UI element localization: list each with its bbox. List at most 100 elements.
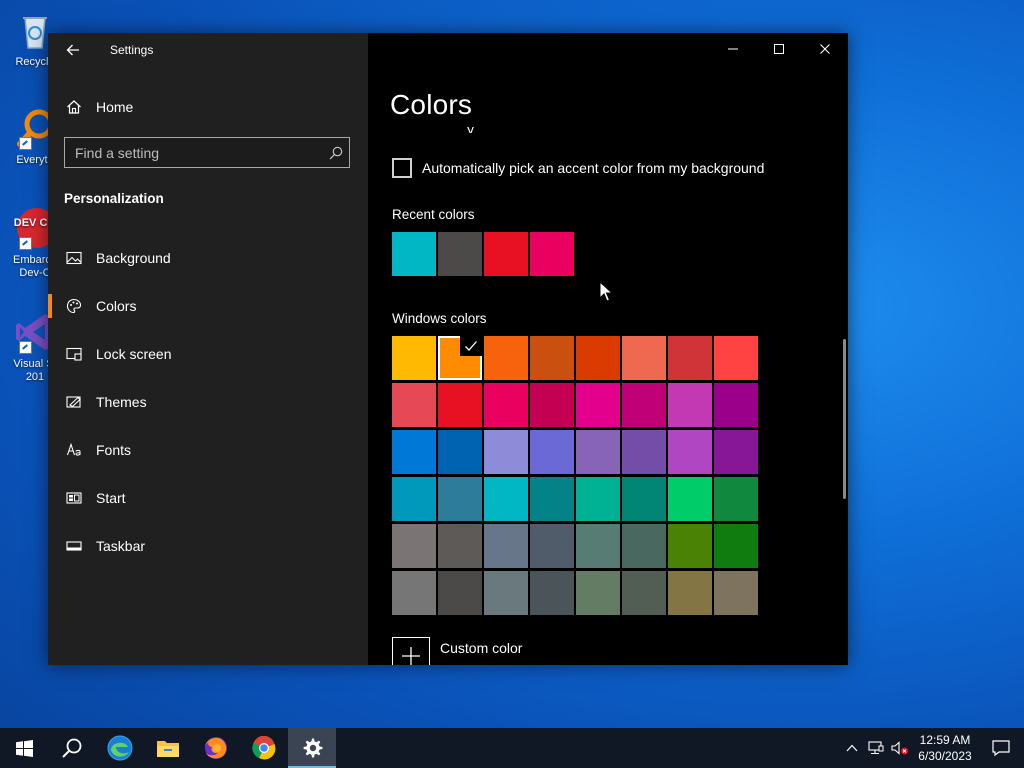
auto-accent-checkbox[interactable] — [392, 158, 412, 178]
windows-color-swatch[interactable] — [668, 524, 712, 568]
windows-color-swatch[interactable] — [576, 524, 620, 568]
sidebar-item-label: Home — [96, 99, 134, 115]
auto-accent-checkbox-row[interactable]: Automatically pick an accent color from … — [392, 158, 764, 178]
show-hidden-icons-button[interactable] — [840, 728, 864, 768]
windows-color-swatch[interactable] — [484, 571, 528, 615]
network-button[interactable] — [864, 728, 888, 768]
windows-color-swatch[interactable] — [668, 477, 712, 521]
windows-color-swatch[interactable] — [668, 336, 712, 380]
sidebar-item-themes[interactable]: Themes — [48, 382, 368, 422]
start-button[interactable] — [0, 728, 48, 768]
taskbar-file-explorer-button[interactable] — [144, 728, 192, 768]
windows-color-swatch[interactable] — [438, 477, 482, 521]
windows-color-swatch[interactable] — [392, 524, 436, 568]
windows-color-swatch[interactable] — [438, 571, 482, 615]
taskbar-search-button[interactable] — [48, 728, 96, 768]
windows-colors-grid — [392, 336, 758, 615]
back-button[interactable] — [62, 39, 84, 61]
sidebar-item-colors[interactable]: Colors — [48, 286, 368, 326]
windows-color-swatch[interactable] — [714, 383, 758, 427]
windows-start-icon — [15, 739, 33, 757]
recent-color-swatch[interactable] — [438, 232, 482, 276]
taskbar-chrome-button[interactable] — [240, 728, 288, 768]
search-input[interactable] — [65, 143, 323, 162]
windows-color-swatch[interactable] — [622, 383, 666, 427]
windows-color-swatch[interactable] — [530, 571, 574, 615]
clipped-heading-text: y — [467, 127, 474, 133]
custom-color-label: Custom color — [440, 640, 523, 656]
windows-color-swatch[interactable] — [622, 571, 666, 615]
taskbar-edge-button[interactable] — [96, 728, 144, 768]
windows-color-swatch[interactable] — [438, 430, 482, 474]
settings-sidebar: Settings Home Personalization Background — [48, 33, 368, 665]
search-box[interactable] — [64, 137, 350, 168]
windows-color-swatch[interactable] — [714, 430, 758, 474]
windows-color-swatch[interactable] — [484, 524, 528, 568]
recent-color-swatch[interactable] — [392, 232, 436, 276]
windows-color-swatch[interactable] — [714, 524, 758, 568]
windows-color-swatch[interactable] — [484, 477, 528, 521]
windows-color-swatch[interactable] — [576, 430, 620, 474]
maximize-button[interactable] — [756, 33, 802, 65]
windows-color-swatch[interactable] — [622, 477, 666, 521]
sidebar-item-label: Start — [96, 490, 126, 506]
clock-time: 12:59 AM — [919, 733, 971, 747]
windows-color-swatch[interactable] — [668, 430, 712, 474]
windows-color-swatch[interactable] — [668, 571, 712, 615]
minimize-button[interactable] — [710, 33, 756, 65]
start-icon — [64, 488, 84, 508]
picture-icon — [64, 248, 84, 268]
windows-color-swatch[interactable] — [714, 477, 758, 521]
windows-color-swatch[interactable] — [530, 383, 574, 427]
search-icon[interactable] — [323, 146, 349, 160]
windows-color-swatch[interactable] — [438, 383, 482, 427]
windows-color-swatch[interactable] — [530, 524, 574, 568]
volume-button[interactable] — [888, 728, 912, 768]
windows-color-swatch[interactable] — [438, 524, 482, 568]
taskbar-settings-button[interactable] — [288, 728, 336, 768]
windows-color-swatch[interactable] — [576, 383, 620, 427]
windows-color-swatch[interactable] — [622, 430, 666, 474]
fonts-icon — [64, 440, 84, 460]
windows-color-swatch[interactable] — [714, 336, 758, 380]
windows-color-swatch[interactable] — [392, 571, 436, 615]
sidebar-item-fonts[interactable]: Fonts — [48, 430, 368, 470]
windows-color-swatch[interactable] — [484, 336, 528, 380]
windows-color-swatch[interactable] — [668, 383, 712, 427]
sidebar-item-label: Background — [96, 250, 171, 266]
windows-color-swatch[interactable] — [392, 383, 436, 427]
close-button[interactable] — [802, 33, 848, 65]
windows-color-swatch[interactable] — [484, 430, 528, 474]
taskbar-firefox-button[interactable] — [192, 728, 240, 768]
windows-color-swatch[interactable] — [392, 430, 436, 474]
sidebar-item-taskbar[interactable]: Taskbar — [48, 526, 368, 566]
windows-color-swatch[interactable] — [576, 336, 620, 380]
windows-color-swatch-selected[interactable] — [438, 336, 482, 380]
recent-color-swatch[interactable] — [530, 232, 574, 276]
windows-color-swatch[interactable] — [392, 477, 436, 521]
windows-color-swatch[interactable] — [576, 571, 620, 615]
recent-colors — [392, 232, 574, 276]
taskbar: 12:59 AM 6/30/2023 — [0, 728, 1024, 768]
clock-date: 6/30/2023 — [918, 749, 972, 763]
sidebar-item-start[interactable]: Start — [48, 478, 368, 518]
content-scrollbar[interactable] — [843, 339, 846, 499]
windows-color-swatch[interactable] — [530, 336, 574, 380]
windows-color-swatch[interactable] — [622, 524, 666, 568]
notification-center-button[interactable] — [978, 728, 1024, 768]
sidebar-item-home[interactable]: Home — [64, 95, 133, 119]
windows-color-swatch[interactable] — [530, 430, 574, 474]
clock[interactable]: 12:59 AM 6/30/2023 — [912, 732, 978, 764]
windows-color-swatch[interactable] — [484, 383, 528, 427]
sidebar-item-background[interactable]: Background — [48, 238, 368, 278]
windows-color-swatch[interactable] — [622, 336, 666, 380]
windows-color-swatch[interactable] — [714, 571, 758, 615]
palette-icon — [64, 296, 84, 316]
taskbar-icon — [64, 536, 84, 556]
windows-color-swatch[interactable] — [530, 477, 574, 521]
windows-color-swatch[interactable] — [576, 477, 620, 521]
recent-color-swatch[interactable] — [484, 232, 528, 276]
windows-color-swatch[interactable] — [392, 336, 436, 380]
sidebar-item-lock-screen[interactable]: Lock screen — [48, 334, 368, 374]
custom-color-button[interactable]: Custom color — [392, 637, 522, 665]
